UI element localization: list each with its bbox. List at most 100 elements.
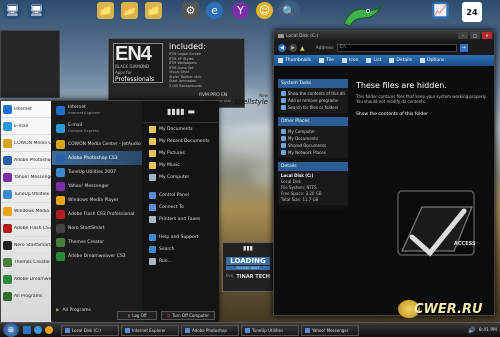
pinned-item[interactable]: Yahoo! Messenger xyxy=(1,169,51,186)
show-contents-link[interactable]: Show the contents of this folder xyxy=(356,112,490,117)
volume-icon[interactable]: 🔊 xyxy=(468,327,475,334)
browser-icon[interactable] xyxy=(34,326,42,334)
pinned-item[interactable]: Themes Creator xyxy=(1,254,51,271)
gear-icon[interactable]: ⚙ xyxy=(182,2,199,19)
place-item[interactable]: My Recent Documents xyxy=(143,135,219,147)
folder-icon[interactable]: 📁 xyxy=(145,2,162,19)
place-item[interactable]: Run... xyxy=(143,255,219,267)
system-task-link-label: Search for files or folders xyxy=(288,105,339,110)
log-off-button[interactable]: ⚷ Log Off xyxy=(117,311,157,320)
pinned-item-label: Yahoo! Messenger xyxy=(14,174,51,180)
monitor-icon[interactable]: 🖥 xyxy=(28,2,45,19)
turn-off-button[interactable]: ⏻ Turn Off Computer xyxy=(161,311,215,320)
other-place-link[interactable]: My Documents xyxy=(281,135,345,142)
program-item[interactable]: Internet Internet Explorer xyxy=(52,101,142,119)
program-icon xyxy=(3,274,12,284)
log-off-icon: ⚷ xyxy=(127,313,131,318)
other-place-link[interactable]: My Network Places xyxy=(281,149,345,156)
taskbar-item[interactable]: Yahoo! Messenger xyxy=(301,324,359,336)
system-tasks-header[interactable]: System Tasks xyxy=(278,79,348,88)
pinned-item[interactable]: Adobe Flash CS3 xyxy=(1,220,51,237)
media-icon[interactable] xyxy=(45,326,53,334)
pinned-item[interactable]: E-mail xyxy=(1,118,51,135)
close-button[interactable]: ✕ xyxy=(482,32,492,39)
pinned-item[interactable]: Adobe Photoshop xyxy=(1,152,51,169)
minimize-button[interactable]: – xyxy=(458,32,468,39)
other-place-link[interactable]: My Computer xyxy=(281,128,345,135)
start-button[interactable]: ⊞ xyxy=(3,323,19,337)
program-item[interactable]: Yahoo! Messenger xyxy=(52,179,142,193)
toolbar-button[interactable]: Icon xyxy=(342,58,358,63)
other-place-link[interactable]: Shared Documents xyxy=(281,142,345,149)
toolbar-button[interactable]: Details xyxy=(389,58,412,63)
maximize-button[interactable]: □ xyxy=(470,32,480,39)
browser-icon[interactable]: e xyxy=(206,2,223,19)
place-item[interactable]: My Pictures xyxy=(143,147,219,159)
program-item[interactable]: TuneUp Utilities 2007 xyxy=(52,165,142,179)
pinned-item[interactable]: Nero StartSmart xyxy=(1,237,51,254)
toolbar-button[interactable]: List xyxy=(366,58,381,63)
place-item[interactable]: My Music xyxy=(143,159,219,171)
program-item[interactable]: Adobe Dreamweaver CS3 xyxy=(52,249,142,263)
pinned-item[interactable]: Internet xyxy=(1,101,51,118)
search-icon[interactable]: 🔍 xyxy=(278,0,300,22)
place-item[interactable]: Search xyxy=(143,243,219,255)
toolbar-button[interactable]: Options xyxy=(419,58,444,63)
address-input[interactable]: C:\ xyxy=(336,44,457,52)
program-item[interactable]: Adobe Flash CS3 Professional xyxy=(52,207,142,221)
up-folder-icon[interactable]: ▲ xyxy=(300,45,305,52)
place-label: Help and Support xyxy=(159,234,199,240)
taskbar-item[interactable]: Internet Explorer xyxy=(121,324,179,336)
program-item[interactable]: E-mail Outlook Express xyxy=(52,119,142,137)
place-item[interactable]: Printers and Faxes xyxy=(143,213,219,225)
go-button[interactable]: → xyxy=(459,44,468,52)
pinned-item[interactable]: All Programs xyxy=(1,288,51,305)
pinned-item-label: E-mail xyxy=(14,123,29,129)
monitor-icon[interactable]: 🖥 xyxy=(4,2,21,19)
yahoo-icon[interactable]: Y xyxy=(232,2,249,19)
clock[interactable]: 8:41 PM xyxy=(479,328,497,333)
other-places-header[interactable]: Other Places xyxy=(278,117,348,126)
desktop-icon[interactable] xyxy=(23,326,31,334)
system-task-link[interactable]: Search for files or folders xyxy=(281,104,345,111)
back-button[interactable]: ◀ xyxy=(278,44,286,52)
place-item[interactable]: Connect To xyxy=(143,201,219,213)
taskbar-item[interactable]: Local Disk (C:) xyxy=(61,324,119,336)
place-item[interactable]: Help and Support xyxy=(143,231,219,243)
chart-icon[interactable]: 📈 xyxy=(432,2,449,19)
program-icon xyxy=(56,105,65,115)
program-item[interactable]: Windows Media Player xyxy=(52,193,142,207)
pinned-item[interactable]: Adobe Dreamweaver xyxy=(1,271,51,288)
smiley-icon[interactable]: ☺ xyxy=(256,2,273,19)
toolbar-button[interactable]: Thumbnails xyxy=(278,58,311,63)
place-item[interactable]: Control Panel xyxy=(143,189,219,201)
place-item[interactable]: My Computer xyxy=(143,171,219,183)
pinned-item[interactable]: COWON Media Center xyxy=(1,135,51,152)
system-task-link[interactable]: Show the contents of this drive xyxy=(281,90,345,97)
program-icon xyxy=(3,172,12,182)
program-text: Internet Internet Explorer xyxy=(68,105,100,115)
app-icon xyxy=(125,327,130,333)
folder-icon[interactable]: 📁 xyxy=(97,2,114,19)
program-item[interactable]: COWON Media Center - JetAudio xyxy=(52,137,142,151)
explorer-title-bar[interactable]: Local Disk (C:) – □ ✕ xyxy=(274,31,494,41)
place-item[interactable]: My Documents xyxy=(143,123,219,135)
pinned-item[interactable]: TuneUp Utilities xyxy=(1,186,51,203)
toolbar-button[interactable]: Tile xyxy=(319,58,334,63)
task-icon xyxy=(281,105,286,110)
folder-icon[interactable]: 📂 xyxy=(121,2,138,19)
pinned-item-label: TuneUp Utilities xyxy=(14,191,50,197)
loading-brand-left: EVIL xyxy=(226,274,234,278)
system-task-link[interactable]: Add or remove programs xyxy=(281,97,345,104)
pinned-item[interactable]: Windows Media xyxy=(1,203,51,220)
program-item[interactable]: Nero StartSmart xyxy=(52,221,142,235)
program-item[interactable]: Themes Creator xyxy=(52,235,142,249)
calendar-icon[interactable]: 24 xyxy=(462,2,482,22)
other-place-link-label: My Documents xyxy=(288,136,318,141)
details-header[interactable]: Details xyxy=(278,162,348,171)
place-icon xyxy=(149,215,156,223)
taskbar-item[interactable]: Adobe Photoshop xyxy=(181,324,239,336)
program-item[interactable]: Adobe Photoshop CS3 xyxy=(52,151,142,165)
taskbar-item[interactable]: TuneUp Utilities xyxy=(241,324,299,336)
forward-button[interactable]: ▶ xyxy=(289,44,297,52)
